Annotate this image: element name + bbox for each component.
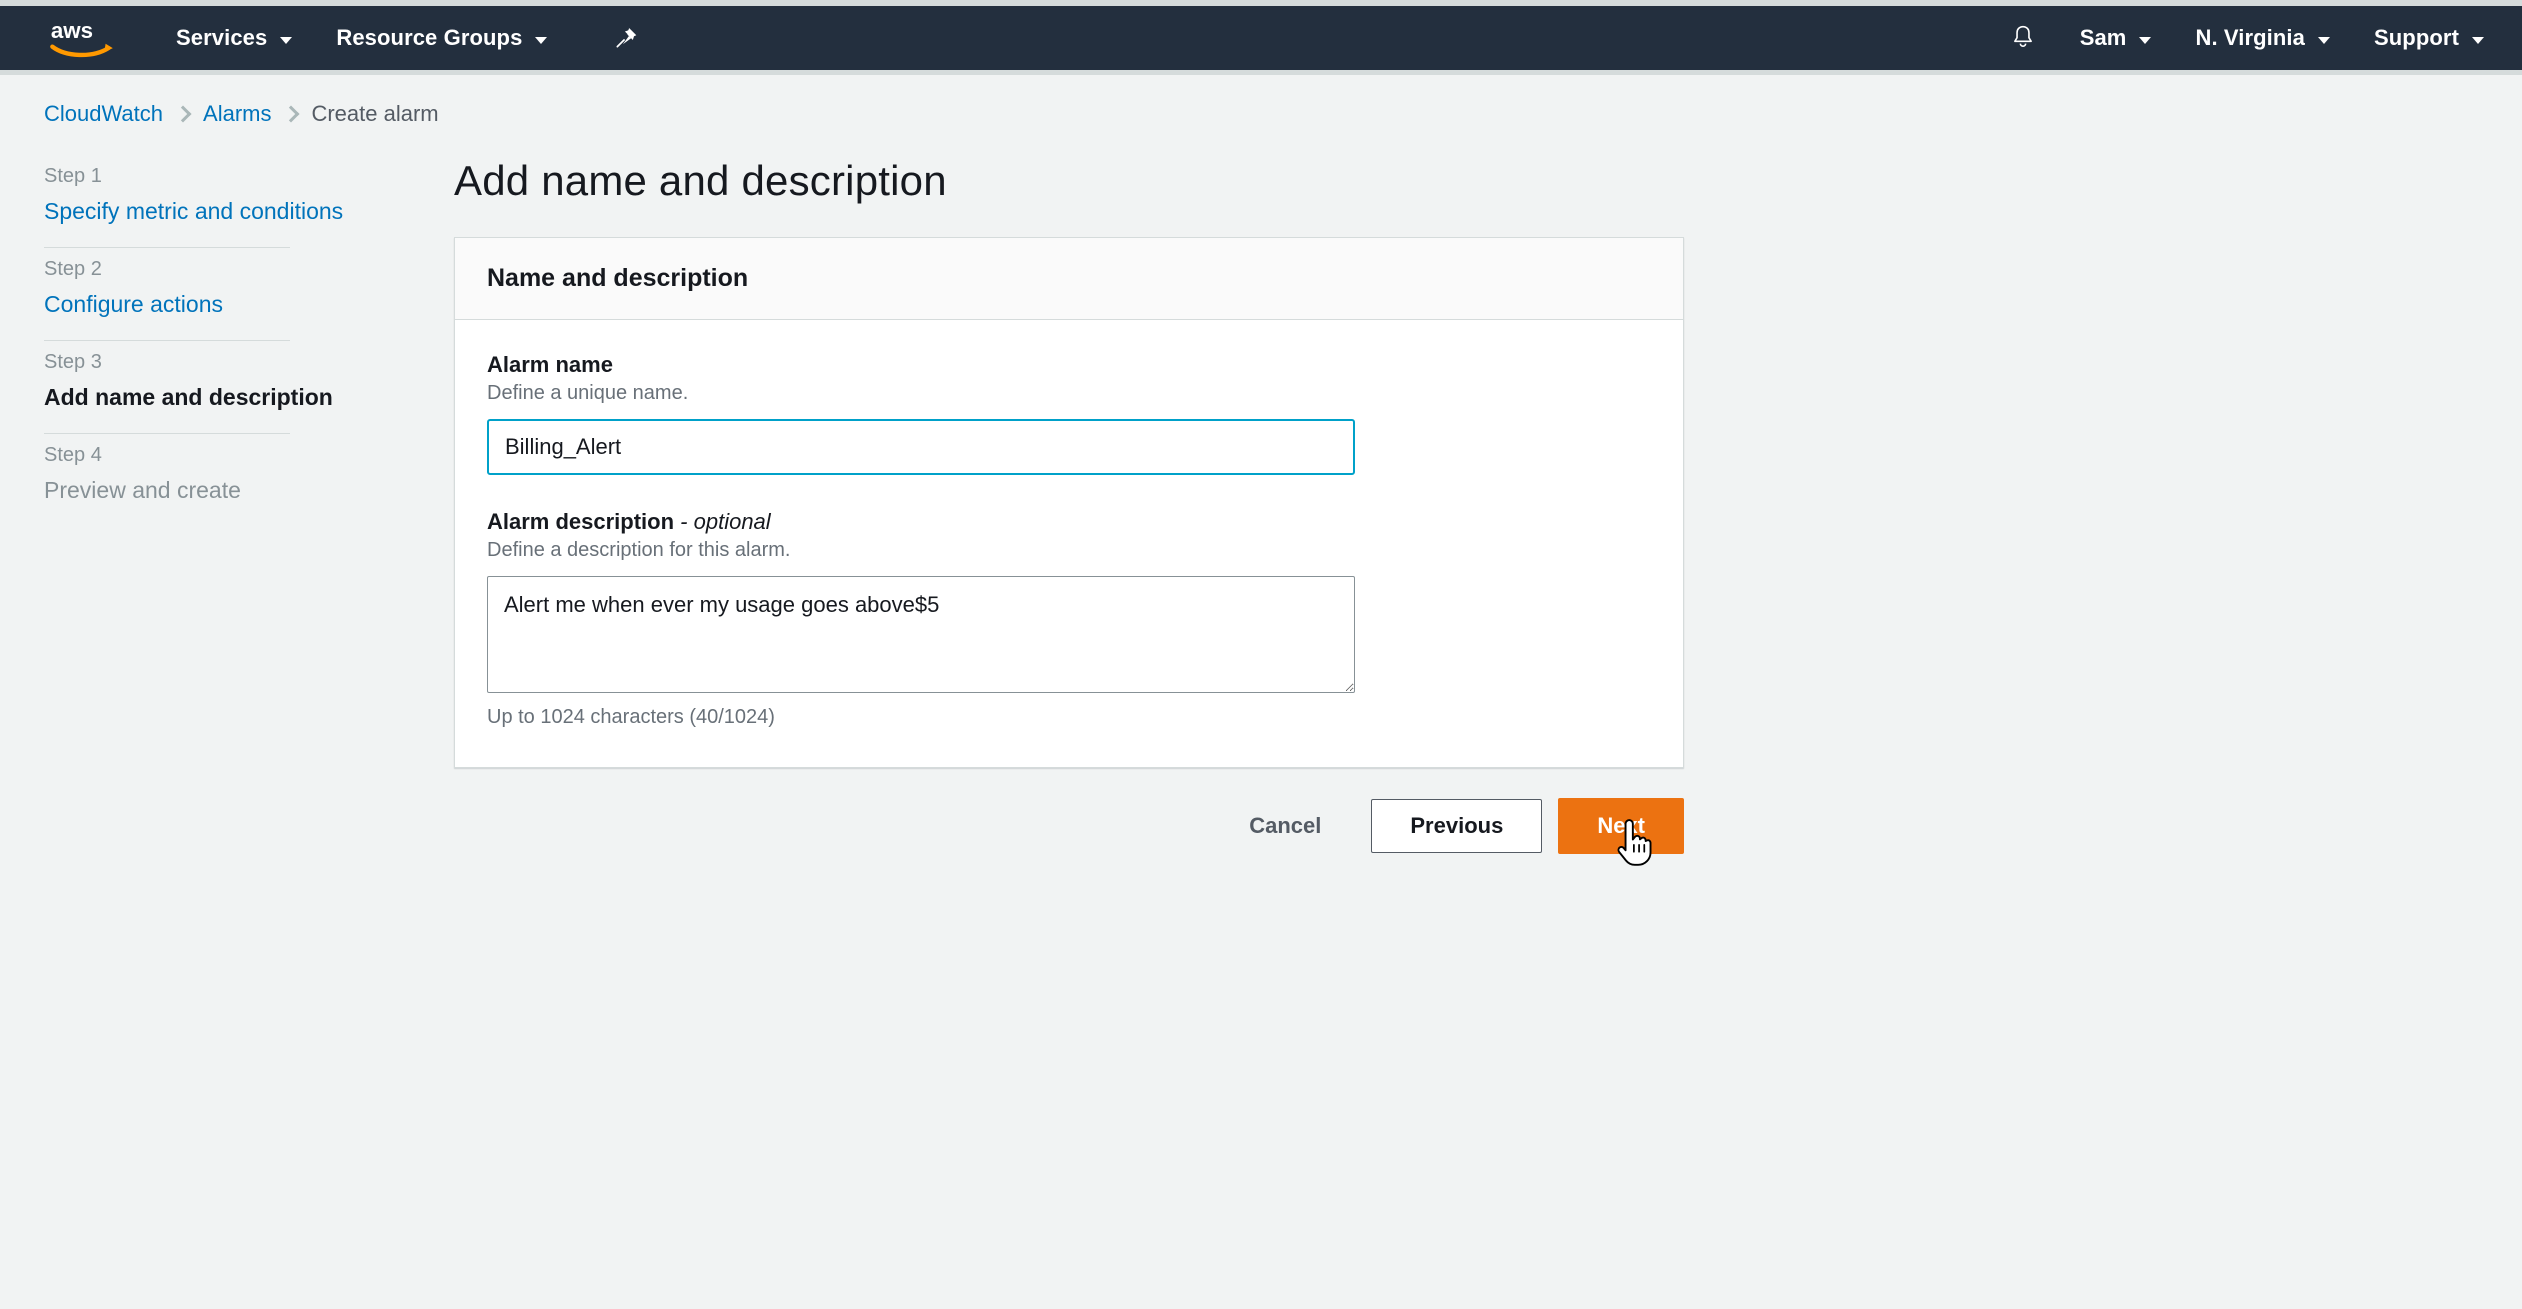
- card-body: Alarm name Define a unique name. Alarm d…: [455, 320, 1683, 767]
- card-header-title: Name and description: [487, 264, 749, 292]
- nav-user-menu[interactable]: Sam: [2080, 25, 2152, 51]
- alarm-description-label: Alarm description - optional: [487, 509, 1651, 535]
- alarm-description-description: Define a description for this alarm.: [487, 539, 791, 561]
- chevron-down-icon: [2139, 36, 2152, 44]
- breadcrumb-item-create-alarm: Create alarm: [311, 101, 439, 126]
- aws-logo[interactable]: aws: [48, 16, 120, 60]
- nav-resource-groups[interactable]: Resource Groups: [336, 25, 548, 51]
- nav-services-label: Services: [176, 25, 268, 50]
- nav-services[interactable]: Services: [176, 25, 293, 51]
- alarm-name-description: Define a unique name.: [487, 382, 689, 404]
- nav-support-menu[interactable]: Support: [2374, 25, 2484, 51]
- alarm-description-field-group: Alarm description - optional Define a de…: [487, 509, 1651, 729]
- nav-region-menu[interactable]: N. Virginia: [2195, 25, 2330, 51]
- page-title: Add name and description: [454, 157, 947, 204]
- main-content: Add name and description Name and descri…: [454, 155, 1684, 854]
- alarm-description-textarea[interactable]: [487, 576, 1355, 693]
- bell-icon[interactable]: [2010, 23, 2036, 53]
- chevron-right-icon: [282, 105, 300, 123]
- global-navbar: aws Services Resource Groups Sam N. Virg…: [0, 6, 2522, 70]
- sidebar-step-3-number: Step 3: [44, 351, 102, 374]
- chevron-down-icon: [280, 36, 293, 44]
- alarm-description-optional-text: - optional: [680, 509, 771, 534]
- sidebar-step-4-number: Step 4: [44, 444, 102, 467]
- chevron-down-icon: [2472, 36, 2484, 44]
- nav-support-label: Support: [2373, 25, 2459, 50]
- sidebar-step-3-title: Add name and description: [44, 384, 333, 411]
- sidebar-step-1[interactable]: Step 1 Specify metric and conditions: [44, 155, 344, 247]
- nav-user-label: Sam: [2079, 25, 2127, 50]
- svg-text:aws: aws: [51, 18, 93, 43]
- navbar-right-group: Sam N. Virginia Support: [2010, 6, 2484, 70]
- sidebar-step-2[interactable]: Step 2 Configure actions: [44, 248, 344, 340]
- card-header: Name and description: [455, 238, 1683, 320]
- sidebar-step-2-number: Step 2: [44, 258, 102, 281]
- cancel-button[interactable]: Cancel: [1231, 801, 1339, 851]
- chevron-down-icon: [2317, 36, 2330, 44]
- alarm-description-character-counter: Up to 1024 characters (40/1024): [487, 706, 775, 728]
- nav-region-label: N. Virginia: [2195, 25, 2305, 50]
- chevron-right-icon: [174, 105, 192, 123]
- sidebar-step-2-title[interactable]: Configure actions: [44, 289, 344, 320]
- page-layout: Step 1 Specify metric and conditions Ste…: [0, 127, 2522, 854]
- sidebar-step-3: Step 3 Add name and description: [44, 341, 344, 433]
- breadcrumb-item-alarms[interactable]: Alarms: [203, 101, 271, 127]
- pushpin-icon[interactable]: [613, 25, 639, 51]
- previous-button[interactable]: Previous: [1371, 799, 1543, 853]
- sidebar-step-4-title: Preview and create: [44, 477, 241, 504]
- alarm-name-label: Alarm name: [487, 352, 613, 377]
- wizard-action-buttons: Cancel Previous Next: [454, 798, 1684, 854]
- sidebar-step-4: Step 4 Preview and create: [44, 434, 344, 526]
- alarm-name-input[interactable]: [487, 419, 1355, 475]
- next-button[interactable]: Next: [1558, 798, 1684, 854]
- wizard-steps-sidebar: Step 1 Specify metric and conditions Ste…: [44, 155, 344, 526]
- alarm-description-label-text: Alarm description: [487, 509, 675, 534]
- navbar-left-group: aws Services Resource Groups: [48, 16, 639, 60]
- nav-resource-groups-label: Resource Groups: [336, 25, 523, 50]
- breadcrumb-item-cloudwatch[interactable]: CloudWatch: [44, 101, 163, 127]
- alarm-name-field-group: Alarm name Define a unique name.: [487, 352, 1651, 475]
- sidebar-step-1-title[interactable]: Specify metric and conditions: [44, 196, 344, 227]
- sidebar-step-1-number: Step 1: [44, 165, 102, 187]
- breadcrumb: CloudWatch Alarms Create alarm: [0, 75, 2522, 127]
- name-and-description-card: Name and description Alarm name Define a…: [454, 237, 1684, 768]
- chevron-down-icon: [535, 36, 548, 44]
